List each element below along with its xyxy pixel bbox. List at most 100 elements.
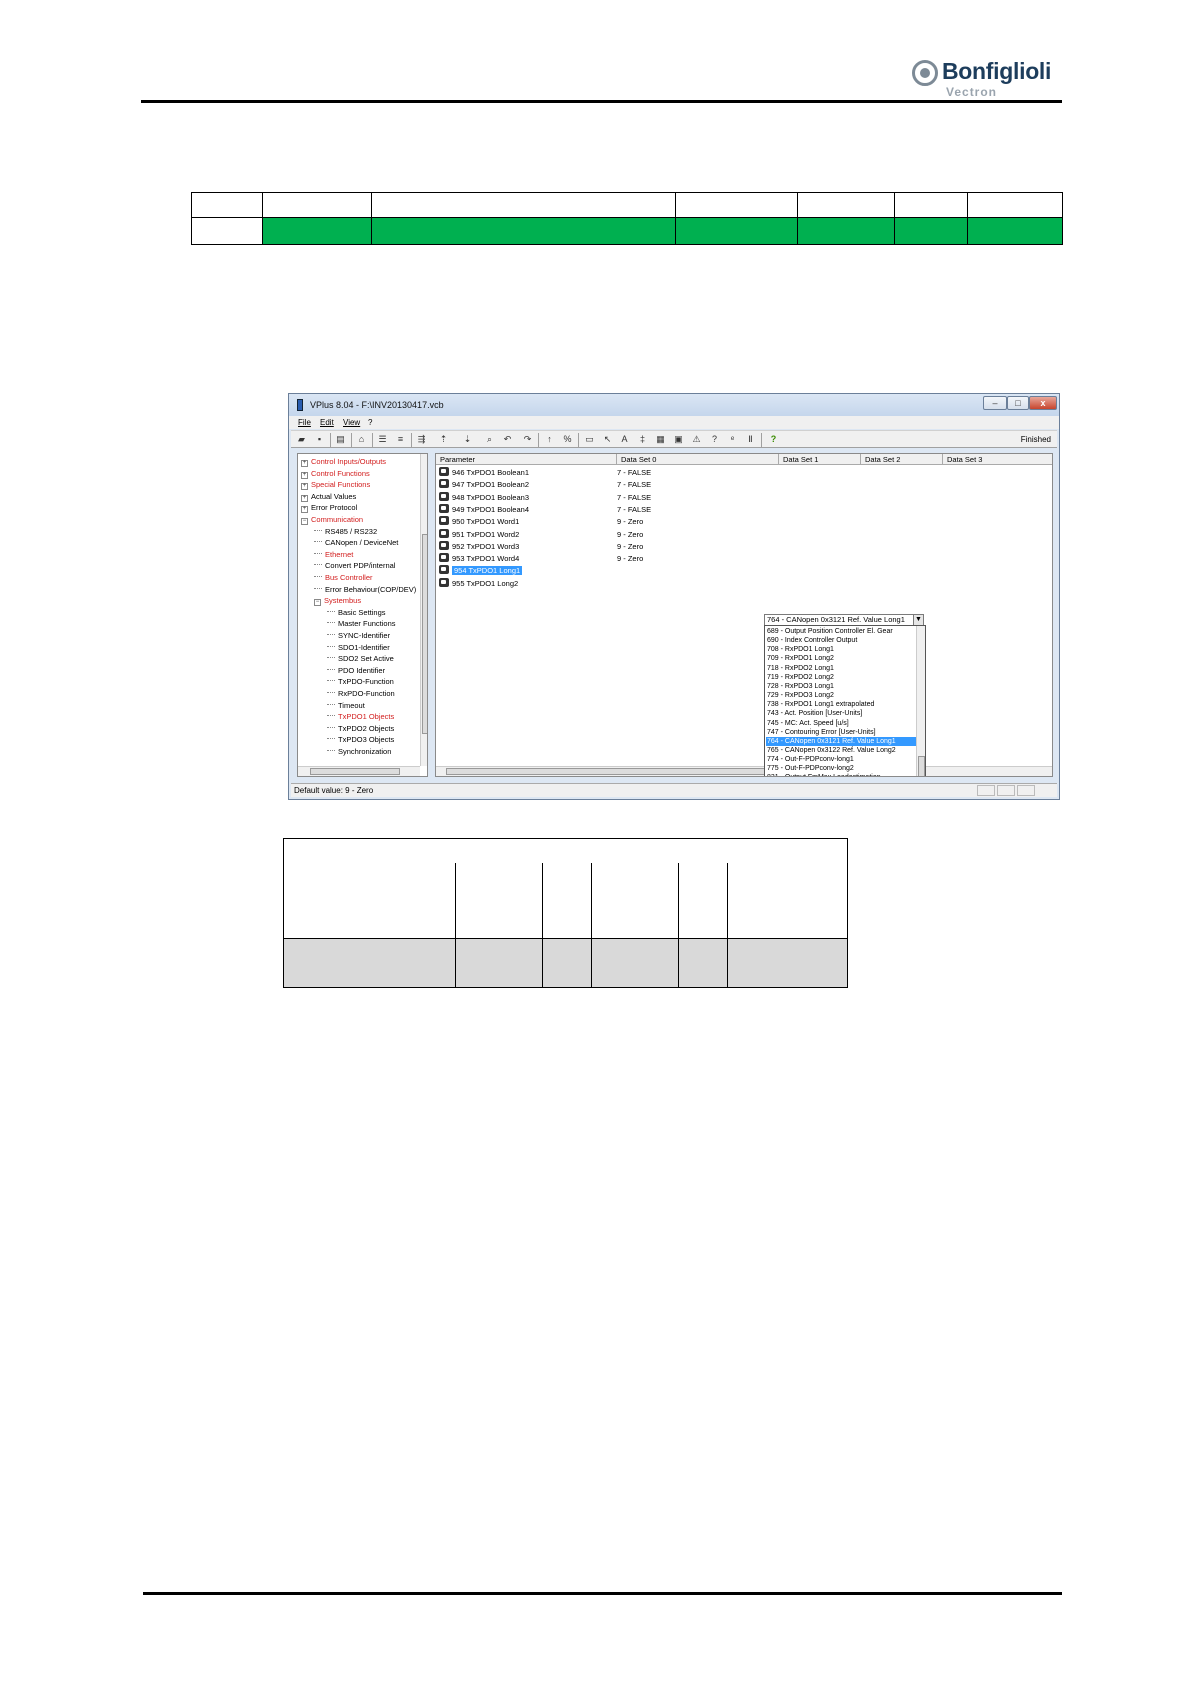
percent-icon[interactable]: % xyxy=(561,433,574,446)
close-button[interactable]: x xyxy=(1029,396,1057,410)
table-row[interactable]: 955 TxPDO1 Long2 xyxy=(439,577,518,590)
open-icon[interactable]: ▰ xyxy=(295,433,308,446)
dropdown-option[interactable]: 690 - Index Controller Output xyxy=(766,636,916,645)
scroll-thumb[interactable] xyxy=(310,768,400,775)
dropdown-option[interactable]: 728 - RxPDO3 Long1 xyxy=(766,682,916,691)
save-icon[interactable]: ▪ xyxy=(313,433,326,446)
param-down-icon[interactable]: ⇣ xyxy=(461,433,474,446)
collapse-icon[interactable]: − xyxy=(314,599,321,607)
expand-icon[interactable]: + xyxy=(301,460,308,467)
filter-icon[interactable]: ‡ xyxy=(636,433,649,446)
tree-item[interactable]: Timeout xyxy=(327,700,365,711)
tree-item[interactable]: CANopen / DeviceNet xyxy=(314,537,398,548)
tree-item[interactable]: TxPDO-Function xyxy=(327,676,394,687)
tree-item[interactable]: Error Behaviour(COP/DEV) xyxy=(314,584,416,595)
parameter-value[interactable]: 7 - FALSE xyxy=(617,479,651,491)
menu-help[interactable]: ? xyxy=(368,418,372,427)
menu-edit[interactable]: Edit xyxy=(320,418,334,427)
tree-item[interactable]: + Control Functions xyxy=(301,468,370,479)
collapse-icon[interactable]: − xyxy=(301,518,308,525)
dropdown-option[interactable]: 764 - CANopen 0x3121 Ref. Value Long1 xyxy=(766,736,916,746)
tree-item[interactable]: − Systembus xyxy=(314,595,361,607)
dropdown-option[interactable]: 775 - Out-F-PDPconv-long2 xyxy=(766,764,916,773)
font-icon[interactable]: A xyxy=(618,433,631,446)
redo-icon[interactable]: ↷ xyxy=(521,433,534,446)
tree-vertical-scrollbar[interactable] xyxy=(420,454,427,766)
expand-icon[interactable]: + xyxy=(301,494,308,502)
up-arrow-icon[interactable]: ↑ xyxy=(543,433,556,446)
column-header-parameter[interactable]: Parameter xyxy=(436,454,617,465)
table-row[interactable]: 946 TxPDO1 Boolean1 xyxy=(439,467,529,479)
drive-icon[interactable]: Ⅱ xyxy=(744,433,757,446)
undo-icon[interactable]: ↶ xyxy=(501,433,514,446)
insert-icon[interactable]: ⇶ xyxy=(415,433,428,446)
column-header-dataset3[interactable]: Data Set 3 xyxy=(943,454,1052,465)
tree-item[interactable]: Bus Controller xyxy=(314,572,373,583)
tree-item[interactable]: TxPDO3 Objects xyxy=(327,734,394,745)
dropdown-option[interactable]: 743 - Act. Position [User-Units] xyxy=(766,709,916,718)
grid-horizontal-scrollbar[interactable] xyxy=(436,766,1052,776)
help-page-icon[interactable]: ? xyxy=(708,433,721,446)
dropdown-option[interactable]: 738 - RxPDO1 Long1 extrapolated xyxy=(766,700,916,709)
tree-item[interactable]: SYNC-Identifier xyxy=(327,630,390,641)
parameter-value[interactable]: 9 - Zero xyxy=(617,553,643,565)
parameter-value[interactable]: 7 - FALSE xyxy=(617,467,651,479)
table-row[interactable]: 952 TxPDO1 Word3 xyxy=(439,540,519,553)
chevron-down-icon[interactable]: ▼ xyxy=(913,615,923,625)
clipboard-icon[interactable]: ▣ xyxy=(672,433,685,446)
tree-item[interactable]: − Communication xyxy=(301,514,363,525)
expand-icon[interactable]: + xyxy=(301,506,308,514)
grid-icon[interactable]: ▦ xyxy=(654,433,667,446)
parameter-value[interactable]: 9 - Zero xyxy=(617,516,643,528)
tree-item[interactable]: Synchronization xyxy=(327,746,391,757)
table-row[interactable]: 953 TxPDO1 Word4 xyxy=(439,553,519,565)
tree-item[interactable]: + Actual Values xyxy=(301,491,356,502)
table-row[interactable]: 948 TxPDO1 Boolean3 xyxy=(439,491,529,504)
dropdown-option[interactable]: 831 - Output FmMax Loadestimation xyxy=(766,773,916,776)
tree-item[interactable]: + Special Functions xyxy=(301,479,370,491)
indent-icon[interactable]: ☰ xyxy=(376,433,389,446)
tree-item[interactable]: SDO1-Identifier xyxy=(327,642,390,653)
dropdown-option[interactable]: 689 - Output Position Controller El. Gea… xyxy=(766,627,916,636)
tree-icon[interactable]: ⌂ xyxy=(355,433,368,446)
parameter-value[interactable]: 7 - FALSE xyxy=(617,504,651,516)
dropdown-vertical-scrollbar[interactable] xyxy=(916,626,925,776)
dropdown-option[interactable]: 718 - RxPDO2 Long1 xyxy=(766,664,916,673)
minimize-button[interactable]: – xyxy=(983,396,1007,410)
expand-icon[interactable]: + xyxy=(301,471,308,479)
tree-item[interactable]: SDO2 Set Active xyxy=(327,653,394,664)
window-icon[interactable]: ▭ xyxy=(583,433,596,446)
dropdown-option[interactable]: 774 - Out-F-PDPconv-long1 xyxy=(766,755,916,764)
maximize-button[interactable]: □ xyxy=(1007,396,1029,410)
table-row[interactable]: 949 TxPDO1 Boolean4 xyxy=(439,503,529,516)
tree-item[interactable]: RS485 / RS232 xyxy=(314,526,377,537)
tree-item[interactable]: Basic Settings xyxy=(327,607,386,618)
help-icon[interactable]: ? xyxy=(767,433,780,446)
parameter-value[interactable]: 9 - Zero xyxy=(617,541,643,553)
tree-item[interactable]: Convert PDP/internal xyxy=(314,560,395,571)
table-row[interactable]: 950 TxPDO1 Word1 xyxy=(439,516,519,528)
dropdown-option[interactable]: 765 - CANopen 0x3122 Ref. Value Long2 xyxy=(766,746,916,755)
tree-item[interactable]: TxPDO1 Objects xyxy=(327,711,394,722)
table-row[interactable]: 947 TxPDO1 Boolean2 xyxy=(439,479,529,491)
expand-icon[interactable]: + xyxy=(301,483,308,491)
print-icon[interactable]: ▤ xyxy=(334,433,347,446)
param-up-icon[interactable]: ⇡ xyxy=(437,433,450,446)
cursor-icon[interactable]: ↖ xyxy=(601,433,614,446)
tree-item[interactable]: PDO Identifier xyxy=(327,665,385,676)
search-icon[interactable]: ⌕ xyxy=(483,433,496,446)
column-header-dataset1[interactable]: Data Set 1 xyxy=(779,454,861,465)
list-icon[interactable]: ≡ xyxy=(394,433,407,446)
dropdown-option[interactable]: 708 - RxPDO1 Long1 xyxy=(766,645,916,654)
column-header-dataset0[interactable]: Data Set 0 xyxy=(617,454,779,465)
dropdown-option[interactable]: 747 - Contouring Error [User-Units] xyxy=(766,728,916,737)
parameter-value[interactable]: 9 - Zero xyxy=(617,529,643,541)
tree-item[interactable]: + Control Inputs/Outputs xyxy=(301,456,386,467)
tree-item[interactable]: TxPDO2 Objects xyxy=(327,723,394,734)
tree-item[interactable]: Master Functions xyxy=(327,618,396,629)
scroll-thumb[interactable] xyxy=(422,534,427,734)
dropdown-option[interactable]: 719 - RxPDO2 Long2 xyxy=(766,673,916,682)
tree-item[interactable]: + Error Protocol xyxy=(301,502,357,514)
parameter-value[interactable]: 7 - FALSE xyxy=(617,492,651,504)
tree-item[interactable]: RxPDO-Function xyxy=(327,688,395,699)
